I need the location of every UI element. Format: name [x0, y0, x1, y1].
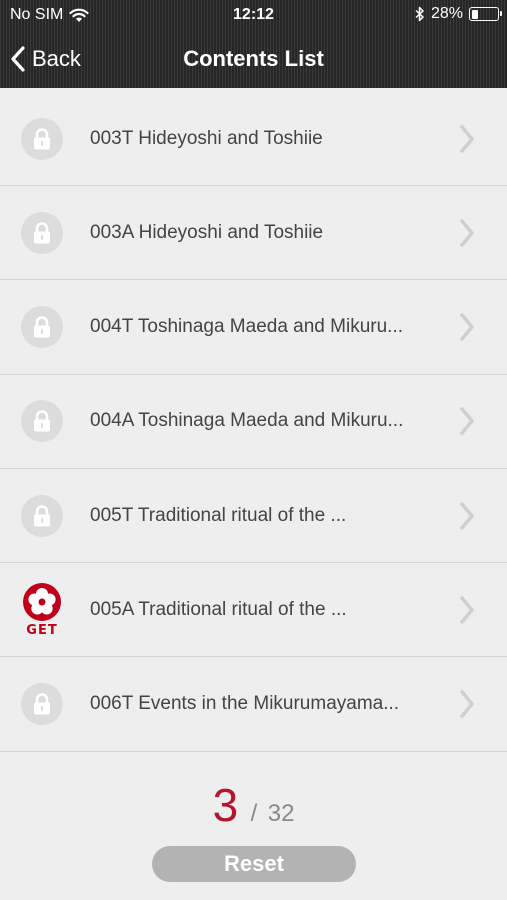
list-item[interactable]: 005T Traditional ritual of the ...	[0, 468, 507, 564]
plum-blossom-icon	[23, 582, 61, 621]
list-item-label: 005A Traditional ritual of the ...	[90, 598, 347, 620]
lock-circle	[21, 118, 63, 160]
list-item-label: 003A Hideyoshi and Toshiie	[90, 221, 324, 243]
get-badge: GET	[20, 582, 64, 638]
list-item-label: 005T Traditional ritual of the ...	[90, 504, 347, 526]
lock-icon	[34, 221, 50, 244]
locked-badge	[20, 111, 64, 167]
list-item-label: 006T Events in the Mikurumayama...	[90, 693, 400, 715]
chevron-right-icon	[460, 125, 474, 153]
lock-icon	[34, 410, 50, 432]
lock-circle	[21, 400, 63, 443]
chevron-right-icon	[460, 690, 474, 718]
list-item-label: 004A Toshinaga Maeda and Mikuru...	[90, 410, 404, 432]
get-badge-label: GET	[26, 622, 58, 638]
locked-badge	[20, 488, 64, 544]
list-item[interactable]: 003A Hideyoshi and Toshiie	[0, 186, 507, 281]
count-current: 3	[212, 779, 239, 831]
lock-icon	[34, 693, 50, 715]
progress-counter: 3 / 32	[0, 778, 507, 832]
list-item-label: 004T Toshinaga Maeda and Mikuru...	[90, 315, 403, 337]
battery-level	[471, 9, 479, 19]
nav-bar: Back Contents List	[0, 30, 507, 88]
status-right: 28%	[415, 5, 502, 23]
list-item[interactable]: 006T Events in the Mikurumayama...	[0, 657, 507, 752]
lock-circle	[21, 494, 63, 537]
contents-list: 003T Hideyoshi and Toshiie 003A Hideyoshi…	[0, 93, 507, 752]
battery-icon	[469, 7, 502, 21]
locked-badge	[20, 676, 64, 732]
count-separator: /	[250, 800, 258, 827]
chevron-right-icon	[460, 313, 474, 341]
bluetooth-icon	[415, 6, 424, 22]
list-item[interactable]: GET 005A Traditional ritual of the ...	[0, 563, 507, 658]
list-item[interactable]: 004T Toshinaga Maeda and Mikuru...	[0, 280, 507, 375]
status-bar: No SIM 12:12 28%	[0, 0, 507, 30]
locked-badge	[20, 205, 64, 261]
lock-icon	[34, 128, 50, 150]
lock-circle	[21, 683, 63, 726]
locked-badge	[20, 393, 64, 449]
chevron-right-icon	[460, 407, 474, 435]
count-total: 32	[267, 800, 295, 827]
list-item[interactable]: 004A Toshinaga Maeda and Mikuru...	[0, 374, 507, 469]
list-item[interactable]: 003T Hideyoshi and Toshiie	[0, 93, 507, 186]
get-badge-wrap: GET	[22, 582, 62, 638]
chevron-right-icon	[460, 218, 474, 247]
battery-percent: 28%	[430, 5, 463, 22]
lock-icon	[34, 504, 50, 527]
lock-circle	[21, 305, 63, 348]
header: No SIM 12:12 28% Back Contents List	[0, 0, 507, 88]
chevron-right-icon	[460, 501, 474, 530]
page-title: Contents List	[183, 46, 324, 71]
lock-icon	[34, 316, 50, 338]
list-item-label: 003T Hideyoshi and Toshiie	[90, 128, 323, 149]
chevron-right-icon	[460, 596, 474, 624]
reset-button[interactable]: Reset	[152, 846, 356, 882]
lock-circle	[21, 211, 63, 254]
locked-badge	[20, 299, 64, 355]
